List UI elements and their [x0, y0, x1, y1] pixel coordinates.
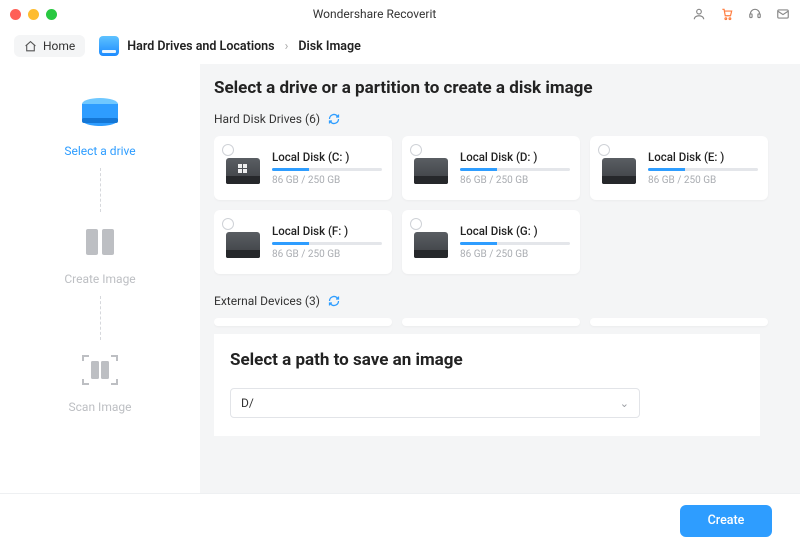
- section-title-select-drive: Select a drive or a partition to create …: [214, 78, 768, 98]
- drive-usage-bar: [460, 168, 570, 171]
- drive-card-peek: [402, 318, 580, 326]
- breadcrumb-item[interactable]: Hard Drives and Locations: [127, 39, 274, 54]
- refresh-icon[interactable]: [328, 295, 340, 307]
- drive-usage-text: 86 GB / 250 GB: [460, 175, 570, 186]
- drive-card[interactable]: Local Disk (D: ) 86 GB / 250 GB: [402, 136, 580, 200]
- breadcrumb-item: Disk Image: [298, 39, 361, 54]
- disk-icon: [224, 152, 262, 184]
- mail-icon[interactable]: [776, 7, 790, 21]
- drive-radio[interactable]: [598, 144, 610, 156]
- wizard-step-create-image[interactable]: Create Image: [64, 222, 135, 286]
- wizard-step-label: Create Image: [64, 272, 135, 286]
- drive-usage-text: 86 GB / 250 GB: [648, 175, 758, 186]
- drive-radio[interactable]: [222, 144, 234, 156]
- drive-name: Local Disk (G: ): [460, 224, 570, 238]
- drive-usage-bar: [648, 168, 758, 171]
- window-zoom-button[interactable]: [46, 9, 57, 20]
- window-close-button[interactable]: [10, 9, 21, 20]
- scan-image-icon: [76, 350, 124, 390]
- group-label: External Devices (3): [214, 294, 320, 308]
- home-button[interactable]: Home: [14, 35, 85, 57]
- drive-card[interactable]: Local Disk (F: ) 86 GB / 250 GB: [214, 210, 392, 274]
- external-drive-grid: [214, 318, 768, 326]
- breadcrumb: Hard Drives and Locations › Disk Image: [99, 36, 361, 56]
- save-path-value: D/: [241, 396, 254, 410]
- cart-icon[interactable]: [720, 7, 734, 21]
- save-path-select[interactable]: D/ ⌄: [230, 388, 640, 418]
- wizard-step-label: Scan Image: [69, 400, 132, 414]
- drive-card[interactable]: Local Disk (E: ) 86 GB / 250 GB: [590, 136, 768, 200]
- drive-name: Local Disk (D: ): [460, 150, 570, 164]
- drive-icon: [99, 36, 119, 56]
- create-button[interactable]: Create: [680, 505, 772, 537]
- drive-name: Local Disk (F: ): [272, 224, 382, 238]
- disk-icon: [224, 226, 262, 258]
- breadcrumb-separator: ›: [285, 39, 289, 54]
- drive-card-peek: [590, 318, 768, 326]
- window-minimize-button[interactable]: [28, 9, 39, 20]
- group-label: Hard Disk Drives (6): [214, 112, 320, 126]
- group-hard-disk-drives: Hard Disk Drives (6): [214, 112, 768, 126]
- create-button-label: Create: [708, 513, 745, 528]
- chevron-down-icon: ⌄: [620, 397, 629, 410]
- group-external-devices: External Devices (3): [214, 294, 768, 308]
- drive-radio[interactable]: [410, 218, 422, 230]
- wizard-connector: [100, 168, 101, 212]
- refresh-icon[interactable]: [328, 113, 340, 125]
- hard-drive-grid: Local Disk (C: )86 GB / 250 GBLocal Disk…: [214, 136, 768, 274]
- drive-icon: [76, 94, 124, 134]
- drive-usage-bar: [272, 168, 382, 171]
- section-title-select-path: Select a path to save an image: [230, 350, 744, 370]
- wizard-step-scan-image[interactable]: Scan Image: [69, 350, 132, 414]
- drive-usage-text: 86 GB / 250 GB: [460, 249, 570, 260]
- wizard-step-label: Select a drive: [64, 144, 135, 158]
- wizard-connector: [100, 296, 101, 340]
- drive-usage-text: 86 GB / 250 GB: [272, 175, 382, 186]
- drive-card-peek: [214, 318, 392, 326]
- drive-name: Local Disk (E: ): [648, 150, 758, 164]
- wizard-step-select-drive[interactable]: Select a drive: [64, 94, 135, 158]
- drive-usage-bar: [272, 242, 382, 245]
- home-icon: [24, 40, 37, 53]
- disk-icon: [412, 152, 450, 184]
- drive-card[interactable]: Local Disk (C: ) 86 GB / 250 GB: [214, 136, 392, 200]
- create-image-icon: [76, 222, 124, 262]
- content-scroll[interactable]: Select a drive or a partition to create …: [214, 78, 772, 493]
- wizard-sidebar: Select a drive Create Image Scan Image: [0, 64, 200, 493]
- app-title: Wondershare Recoverit: [57, 7, 692, 21]
- support-icon[interactable]: [748, 7, 762, 21]
- drive-usage-bar: [460, 242, 570, 245]
- disk-icon: [600, 152, 638, 184]
- drive-name: Local Disk (C: ): [272, 150, 382, 164]
- drive-card[interactable]: Local Disk (G: ) 86 GB / 250 GB: [402, 210, 580, 274]
- drive-radio[interactable]: [222, 218, 234, 230]
- drive-usage-text: 86 GB / 250 GB: [272, 249, 382, 260]
- drive-radio[interactable]: [410, 144, 422, 156]
- account-icon[interactable]: [692, 7, 706, 21]
- home-label: Home: [43, 39, 75, 53]
- disk-icon: [412, 226, 450, 258]
